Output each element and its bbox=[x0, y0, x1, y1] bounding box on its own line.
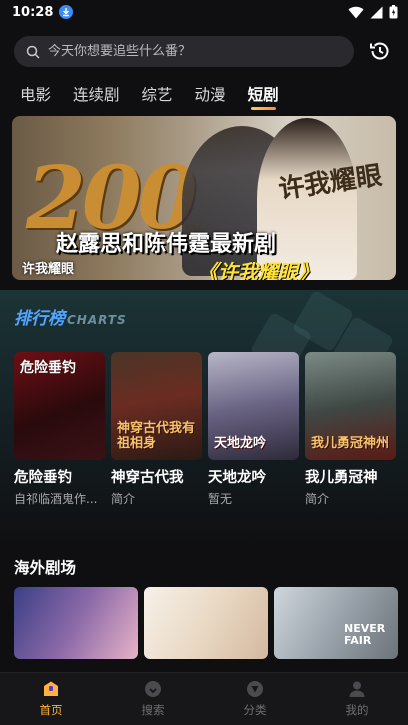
chart-poster[interactable]: 天地龙吟 bbox=[208, 352, 299, 460]
nav-profile-label: 我的 bbox=[345, 703, 369, 717]
tab-movie[interactable]: 电影 bbox=[20, 84, 51, 106]
chart-poster[interactable]: 神穿古代我有祖相身 bbox=[111, 352, 202, 460]
chart-item[interactable]: 神穿古代我有祖相身 神穿古代我 简介 bbox=[111, 352, 202, 507]
banner-headline: 赵露思和陈伟霆最新剧 bbox=[56, 232, 277, 257]
search-bar[interactable] bbox=[14, 36, 354, 67]
chart-item-name: 危险垂钓 bbox=[14, 470, 72, 486]
poster-text: 神穿古代我有祖相身 bbox=[117, 421, 196, 452]
banner-subtitle: 《许我耀眼》 bbox=[198, 260, 318, 280]
chart-poster[interactable]: 危险垂钓 bbox=[14, 352, 105, 460]
chart-item[interactable]: 我儿勇冠神州 我儿勇冠神 简介 bbox=[305, 352, 396, 507]
chart-item[interactable]: 天地龙吟 天地龙吟 暂无 bbox=[208, 352, 299, 507]
charts-title-en: CHARTS bbox=[67, 313, 127, 327]
tab-series[interactable]: 连续剧 bbox=[73, 84, 120, 106]
nav-home-label: 首页 bbox=[39, 703, 63, 717]
chart-item-name: 神穿古代我 bbox=[111, 470, 184, 486]
chart-item-desc: 自祁临酒鬼作... bbox=[14, 492, 98, 506]
nav-profile[interactable]: 我的 bbox=[306, 673, 408, 725]
nav-home[interactable]: 首页 bbox=[0, 673, 102, 725]
poster-text: 天地龙吟 bbox=[214, 436, 267, 452]
banner-caption: 许我耀眼 bbox=[22, 262, 75, 277]
tab-variety[interactable]: 综艺 bbox=[142, 84, 173, 106]
bottom-nav: 首页 搜索 分类 我的 bbox=[0, 672, 408, 725]
charts-title-cn: 排行榜 bbox=[14, 309, 65, 329]
search-icon bbox=[145, 681, 161, 697]
user-icon bbox=[349, 681, 365, 697]
wifi-icon bbox=[348, 6, 364, 18]
nav-category[interactable]: 分类 bbox=[204, 673, 306, 725]
chart-poster[interactable]: 我儿勇冠神州 bbox=[305, 352, 396, 460]
history-icon bbox=[370, 42, 389, 60]
search-input[interactable] bbox=[48, 44, 328, 59]
tab-anime[interactable]: 动漫 bbox=[195, 84, 226, 106]
history-button[interactable] bbox=[366, 37, 394, 65]
nav-search-label: 搜索 bbox=[141, 703, 165, 717]
overseas-title: 海外剧场 bbox=[14, 559, 77, 577]
category-tabs: 电影 连续剧 综艺 动漫 短剧 bbox=[20, 84, 279, 110]
chart-item-desc: 简介 bbox=[305, 492, 330, 506]
tab-short-drama[interactable]: 短剧 bbox=[248, 84, 279, 110]
charts-list: 危险垂钓 危险垂钓 自祁临酒鬼作... 神穿古代我有祖相身 神穿古代我 简介 天… bbox=[14, 352, 396, 507]
search-icon bbox=[26, 45, 40, 59]
featured-banner[interactable]: 200 w 许我耀眼 赵露思和陈伟霆最新剧 《许我耀眼》 许我耀眼 bbox=[12, 116, 396, 280]
chart-item-desc: 简介 bbox=[111, 492, 136, 506]
charts-section: 排行榜 CHARTS 危险垂钓 危险垂钓 自祁临酒鬼作... 神穿古代我有祖相身… bbox=[0, 289, 408, 546]
status-time: 10:28 bbox=[12, 4, 54, 20]
poster-text: 我儿勇冠神州 bbox=[311, 436, 390, 452]
nav-category-label: 分类 bbox=[243, 703, 267, 717]
nav-search[interactable]: 搜索 bbox=[102, 673, 204, 725]
chart-item[interactable]: 危险垂钓 危险垂钓 自祁临酒鬼作... bbox=[14, 352, 105, 507]
battery-icon bbox=[389, 5, 398, 19]
overseas-item[interactable] bbox=[144, 587, 268, 659]
chart-item-desc: 暂无 bbox=[208, 492, 233, 506]
overseas-item-text: NEVER FAIR bbox=[344, 622, 386, 648]
download-icon bbox=[59, 5, 74, 19]
chart-item-name: 天地龙吟 bbox=[208, 470, 266, 486]
overseas-item[interactable] bbox=[14, 587, 138, 659]
overseas-list: NEVER FAIR bbox=[14, 587, 398, 659]
overseas-item[interactable]: NEVER FAIR bbox=[274, 587, 398, 659]
signal-icon bbox=[370, 6, 383, 18]
chart-item-name: 我儿勇冠神 bbox=[305, 470, 378, 486]
charts-title: 排行榜 CHARTS bbox=[14, 304, 127, 329]
poster-text: 危险垂钓 bbox=[20, 360, 76, 376]
home-icon bbox=[44, 681, 58, 696]
category-icon bbox=[247, 681, 263, 697]
status-bar: 10:28 bbox=[0, 0, 408, 24]
